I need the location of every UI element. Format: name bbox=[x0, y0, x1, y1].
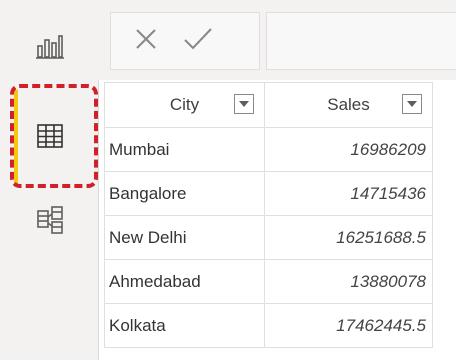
sales-cell[interactable]: 13880078 bbox=[264, 259, 433, 304]
sales-cell[interactable]: 17462445.5 bbox=[264, 303, 433, 348]
formula-bar bbox=[98, 0, 456, 80]
cancel-button[interactable] bbox=[135, 28, 157, 55]
city-cell[interactable]: Ahmedabad bbox=[104, 259, 265, 304]
sales-cell[interactable]: 16251688.5 bbox=[264, 215, 433, 260]
checkmark-icon bbox=[184, 27, 212, 49]
formula-actions bbox=[110, 12, 260, 70]
city-cell[interactable]: New Delhi bbox=[104, 215, 265, 260]
app-window: City Sales Mumbai 16986209 Bangalore 147… bbox=[0, 0, 456, 360]
data-table: City Sales Mumbai 16986209 Bangalore 147… bbox=[104, 82, 433, 348]
table-row[interactable]: New Delhi 16251688.5 bbox=[104, 215, 433, 260]
column-header-city[interactable]: City bbox=[104, 82, 265, 128]
report-view-button[interactable] bbox=[22, 18, 78, 74]
column-filter-button[interactable] bbox=[402, 94, 422, 114]
city-cell[interactable]: Bangalore bbox=[104, 171, 265, 216]
formula-input[interactable] bbox=[266, 12, 456, 70]
chevron-down-icon bbox=[239, 101, 249, 107]
close-icon bbox=[136, 28, 156, 49]
table-row[interactable]: Mumbai 16986209 bbox=[104, 127, 433, 172]
bar-chart-icon bbox=[36, 35, 64, 59]
model-view-button[interactable] bbox=[22, 192, 78, 248]
city-cell[interactable]: Kolkata bbox=[104, 303, 265, 348]
table-row[interactable]: Kolkata 17462445.5 bbox=[104, 303, 433, 348]
column-header-sales[interactable]: Sales bbox=[264, 82, 433, 128]
sales-cell[interactable]: 16986209 bbox=[264, 127, 433, 172]
column-header-label: Sales bbox=[327, 95, 370, 114]
chevron-down-icon bbox=[407, 101, 417, 107]
column-header-label: City bbox=[169, 95, 200, 114]
commit-button[interactable] bbox=[183, 27, 213, 56]
sales-cell[interactable]: 14715436 bbox=[264, 171, 433, 216]
table-header-row: City Sales bbox=[104, 82, 433, 128]
table-row[interactable]: Ahmedabad 13880078 bbox=[104, 259, 433, 304]
table-row[interactable]: Bangalore 14715436 bbox=[104, 171, 433, 216]
city-cell[interactable]: Mumbai bbox=[104, 127, 265, 172]
column-filter-button[interactable] bbox=[234, 94, 254, 114]
model-diagram-icon bbox=[37, 206, 63, 234]
data-view-highlight bbox=[10, 84, 98, 188]
view-rail bbox=[0, 0, 99, 360]
